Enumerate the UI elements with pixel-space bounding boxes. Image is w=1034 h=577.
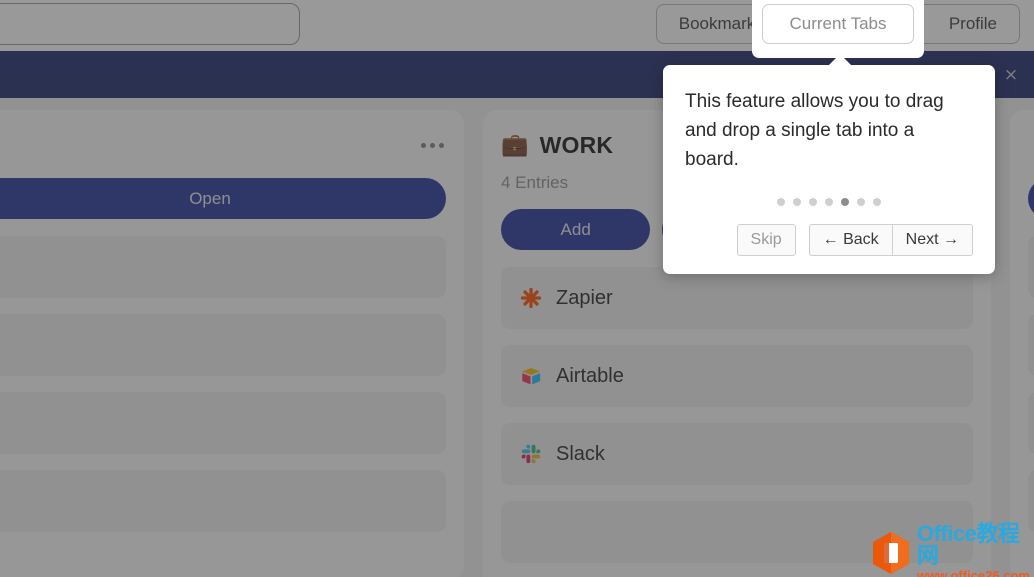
list-item[interactable]: To xyxy=(1028,392,1034,454)
entry-label: Zapier xyxy=(556,286,613,309)
board-title: 💼 WORK xyxy=(501,132,613,159)
search-input[interactable] xyxy=(0,3,300,45)
step-dot[interactable] xyxy=(793,198,801,206)
screen-root: Bookmarks Current Tabs Profile × xyxy=(0,0,1034,577)
tooltip-arrow-icon xyxy=(828,54,852,66)
entry-label: Slack xyxy=(556,442,605,465)
add-button[interactable]: Add xyxy=(1028,178,1034,219)
tour-tooltip: This feature allows you to drag and drop… xyxy=(663,54,995,274)
watermark-url: www.office26.com xyxy=(917,568,1030,577)
next-button[interactable]: Next → xyxy=(891,224,973,256)
add-button[interactable]: Add xyxy=(501,209,651,250)
board-right: Add Save Open Hi Welcome To xyxy=(1010,110,1034,577)
step-dot[interactable] xyxy=(857,198,865,206)
list-item[interactable]: Zapier xyxy=(501,267,973,329)
watermark: Office教程网 www.office26.com xyxy=(865,523,1034,577)
board-actions: Add Save Open xyxy=(1028,178,1034,219)
airtable-icon xyxy=(520,365,542,387)
briefcase-icon: 💼 xyxy=(501,132,529,157)
open-button[interactable]: Open xyxy=(0,178,446,219)
entry-list: Zapier Airtable Slack xyxy=(501,267,973,563)
list-item[interactable] xyxy=(0,470,446,532)
list-item[interactable]: Hi xyxy=(1028,236,1034,298)
board-header xyxy=(0,128,446,162)
watermark-title: Office教程网 xyxy=(917,521,1020,568)
entry-label: Airtable xyxy=(556,364,624,387)
step-dot[interactable] xyxy=(777,198,785,206)
watermark-text: Office教程网 www.office26.com xyxy=(917,523,1034,577)
zapier-icon xyxy=(520,287,542,309)
tab-profile[interactable]: Profile xyxy=(927,4,1019,44)
step-dot[interactable] xyxy=(873,198,881,206)
tour-buttons: Skip ← Back Next → xyxy=(685,224,973,256)
skip-button[interactable]: Skip xyxy=(736,224,796,256)
entry-list xyxy=(0,236,446,532)
list-item[interactable] xyxy=(0,392,446,454)
tab-current-tabs-highlighted[interactable]: Current Tabs xyxy=(762,4,914,44)
step-dot-active[interactable] xyxy=(841,198,849,206)
board-header xyxy=(1028,128,1034,162)
list-item[interactable] xyxy=(0,236,446,298)
list-item[interactable]: Slack xyxy=(501,423,973,485)
entry-list: Hi Welcome To xyxy=(1028,236,1034,532)
board-left: Open xyxy=(0,110,464,577)
office-logo-icon xyxy=(871,531,911,575)
search-field-wrapper xyxy=(0,3,300,45)
board-actions: Open xyxy=(0,178,446,219)
list-item[interactable]: Welcome xyxy=(1028,314,1034,376)
list-item[interactable] xyxy=(0,314,446,376)
tour-spotlight: Current Tabs xyxy=(752,0,924,58)
board-title-text: WORK xyxy=(539,131,614,158)
close-icon[interactable]: × xyxy=(1002,66,1020,84)
tour-tooltip-text: This feature allows you to drag and drop… xyxy=(685,91,944,170)
tour-step-indicator xyxy=(685,198,973,206)
back-button[interactable]: ← Back xyxy=(808,224,892,256)
tour-nav-group: ← Back Next → xyxy=(808,224,973,256)
step-dot[interactable] xyxy=(809,198,817,206)
step-dot[interactable] xyxy=(825,198,833,206)
slack-icon xyxy=(520,443,542,465)
board-overflow-menu-icon[interactable] xyxy=(419,137,446,154)
list-item[interactable]: Airtable xyxy=(501,345,973,407)
